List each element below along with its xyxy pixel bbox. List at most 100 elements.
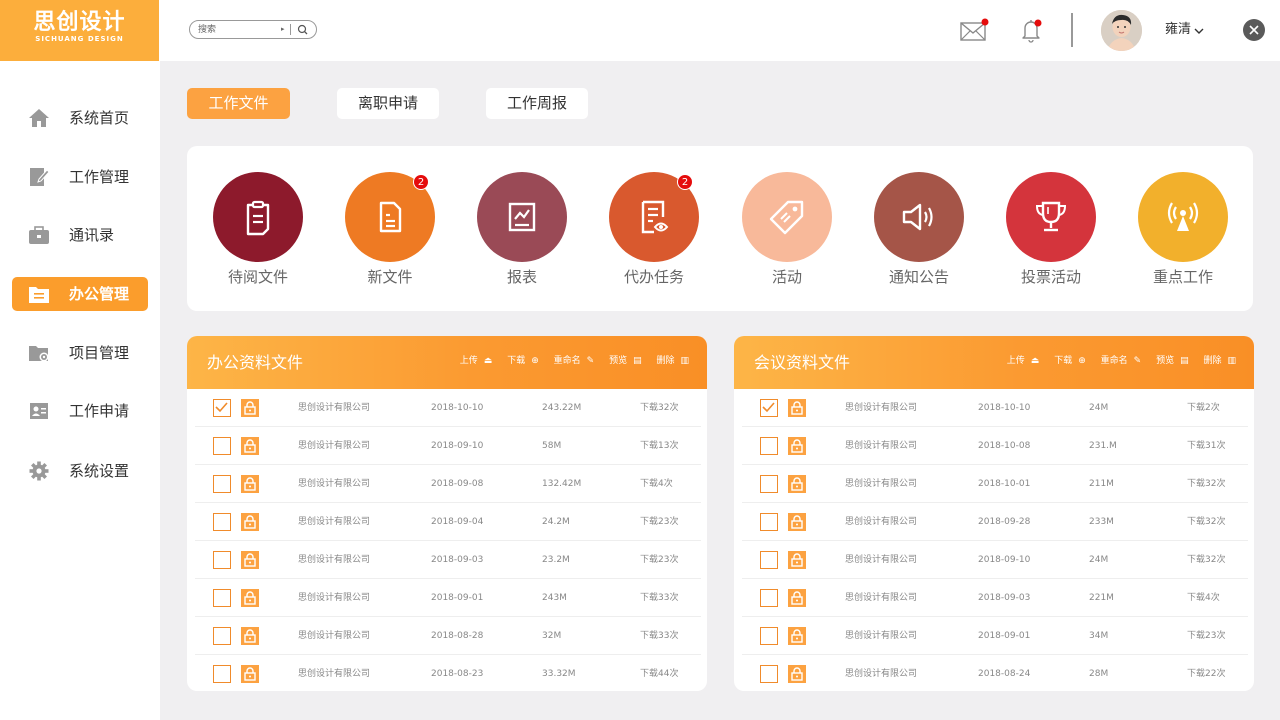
row-checkbox[interactable] [760,437,778,455]
quick-action-label: 代办任务 [623,268,684,286]
bell-icon[interactable] [1019,16,1045,44]
close-button[interactable] [1243,19,1265,41]
search-input[interactable] [198,23,276,36]
preview-button[interactable]: 预览 ▤ [1150,356,1189,366]
speaker-icon [902,203,933,231]
table-row[interactable]: 思创设计有限公司 2018-10-01 211M 下载32次 [742,465,1248,503]
check-icon [762,402,775,413]
broadcast-icon [1167,202,1199,231]
download-button[interactable]: 下载 ⊕ [1048,356,1086,366]
quick-action-pending-docs[interactable]: 待阅文件 [197,172,317,292]
table-row[interactable]: 思创设计有限公司 2018-09-01 243M 下载33次 [195,579,701,617]
file-company: 思创设计有限公司 [845,479,918,489]
row-checkbox[interactable] [760,627,778,645]
preview-icon: ▤ [1180,356,1189,366]
tab-work-files[interactable]: 工作文件 [187,88,290,119]
chevron-down-icon[interactable] [1193,26,1205,36]
file-size: 32M [542,631,562,641]
upload-button[interactable]: 上传 ⏏ [454,356,493,366]
quick-action-key-work[interactable]: 重点工作 [1122,172,1242,292]
delete-button[interactable]: 删除 ▥ [650,356,689,366]
tab-resignation[interactable]: 离职申请 [337,88,439,119]
row-checkbox[interactable] [213,665,231,683]
table-row[interactable]: 思创设计有限公司 2018-09-10 58M 下载13次 [195,427,701,465]
avatar[interactable] [1101,10,1142,51]
file-company: 思创设计有限公司 [298,441,371,451]
sidebar-item-home[interactable]: 系统首页 [12,101,148,135]
table-row[interactable]: 思创设计有限公司 2018-10-08 231.M 下载31次 [742,427,1248,465]
table-row[interactable]: 思创设计有限公司 2018-09-01 34M 下载23次 [742,617,1248,655]
lock-icon [788,665,806,683]
table-row[interactable]: 思创设计有限公司 2018-10-10 24M 下载2次 [742,389,1248,427]
sidebar-item-work-application[interactable]: 工作申请 [12,394,148,428]
quick-action-circle [1138,172,1228,262]
table-row[interactable]: 思创设计有限公司 2018-08-24 28M 下载22次 [742,655,1248,691]
rename-button[interactable]: 重命名 ✎ [548,356,595,366]
row-checkbox[interactable] [213,627,231,645]
quick-actions-panel: 待阅文件 2 新文件 报表 2 代办任务 活动 通知公告 投票活动 重点工作 [187,146,1253,311]
table-row[interactable]: 思创设计有限公司 2018-08-28 32M 下载33次 [195,617,701,655]
row-checkbox[interactable] [760,551,778,569]
quick-action-announcements[interactable]: 通知公告 [858,172,978,292]
row-checkbox[interactable] [760,589,778,607]
file-size: 243M [542,593,567,603]
sidebar-item-contacts[interactable]: 通讯录 [12,218,148,252]
quick-action-new-file[interactable]: 2 新文件 [329,172,449,292]
folder-icon [29,287,49,303]
user-avatar-icon [1101,10,1142,51]
preview-button[interactable]: 预览 ▤ [603,356,642,366]
search-icon[interactable] [296,23,310,37]
sidebar-item-label: 系统设置 [69,462,130,480]
row-checkbox[interactable] [760,475,778,493]
row-checkbox[interactable] [760,513,778,531]
lock-icon [241,513,259,531]
lock-icon [241,399,259,417]
row-checkbox[interactable] [213,437,231,455]
row-checkbox[interactable] [213,589,231,607]
table-row[interactable]: 思创设计有限公司 2018-09-10 24M 下载32次 [742,541,1248,579]
rename-button[interactable]: 重命名 ✎ [1095,356,1142,366]
delete-button[interactable]: 删除 ▥ [1197,356,1236,366]
file-date: 2018-09-08 [431,479,484,489]
notification-badge: 2 [413,174,429,190]
quick-action-report[interactable]: 报表 [461,172,581,292]
row-checkbox[interactable] [213,399,231,417]
table-row[interactable]: 思创设计有限公司 2018-09-04 24.2M 下载23次 [195,503,701,541]
row-checkbox[interactable] [760,399,778,417]
table-row[interactable]: 思创设计有限公司 2018-10-10 243.22M 下载32次 [195,389,701,427]
table-row[interactable]: 思创设计有限公司 2018-09-03 221M 下载4次 [742,579,1248,617]
row-checkbox[interactable] [213,513,231,531]
lock-icon [788,589,806,607]
row-checkbox[interactable] [213,475,231,493]
tab-weekly-report[interactable]: 工作周报 [486,88,588,119]
sidebar-item-office-management[interactable]: 办公管理 [12,277,148,311]
quick-action-voting[interactable]: 投票活动 [990,172,1110,292]
sidebar-item-system-settings[interactable]: 系统设置 [12,454,148,488]
table-row[interactable]: 思创设计有限公司 2018-08-23 33.32M 下载44次 [195,655,701,691]
quick-action-activity[interactable]: 活动 [726,172,846,292]
lock-icon [788,513,806,531]
download-button[interactable]: 下载 ⊕ [501,356,539,366]
table-row[interactable]: 思创设计有限公司 2018-09-28 233M 下载32次 [742,503,1248,541]
quick-action-circle [477,172,567,262]
lock-icon [241,627,259,645]
file-download-count: 下载32次 [1187,517,1226,527]
mail-icon[interactable] [960,18,990,42]
file-download-count: 下载23次 [640,555,679,565]
brand-logo[interactable]: 思创设计 SICHUANG DESIGN [0,0,159,61]
sidebar: 系统首页 工作管理 通讯录 办公管理 项目管理 工作申请 系统设置 [0,61,160,720]
sidebar-item-project-management[interactable]: 项目管理 [12,336,148,370]
user-name[interactable]: 雍清 [1165,22,1191,38]
new-file-icon [379,201,402,233]
download-label: 下载 [1054,356,1073,366]
file-company: 思创设计有限公司 [298,517,371,527]
row-checkbox[interactable] [760,665,778,683]
row-checkbox[interactable] [213,551,231,569]
sidebar-item-work-management[interactable]: 工作管理 [12,160,148,194]
caret-right-icon: ▸ [281,25,285,33]
table-row[interactable]: 思创设计有限公司 2018-09-03 23.2M 下载23次 [195,541,701,579]
table-row[interactable]: 思创设计有限公司 2018-09-08 132.42M 下载4次 [195,465,701,503]
upload-button[interactable]: 上传 ⏏ [1001,356,1040,366]
quick-action-todo-tasks[interactable]: 2 代办任务 [593,172,713,292]
file-date: 2018-10-10 [978,403,1031,413]
